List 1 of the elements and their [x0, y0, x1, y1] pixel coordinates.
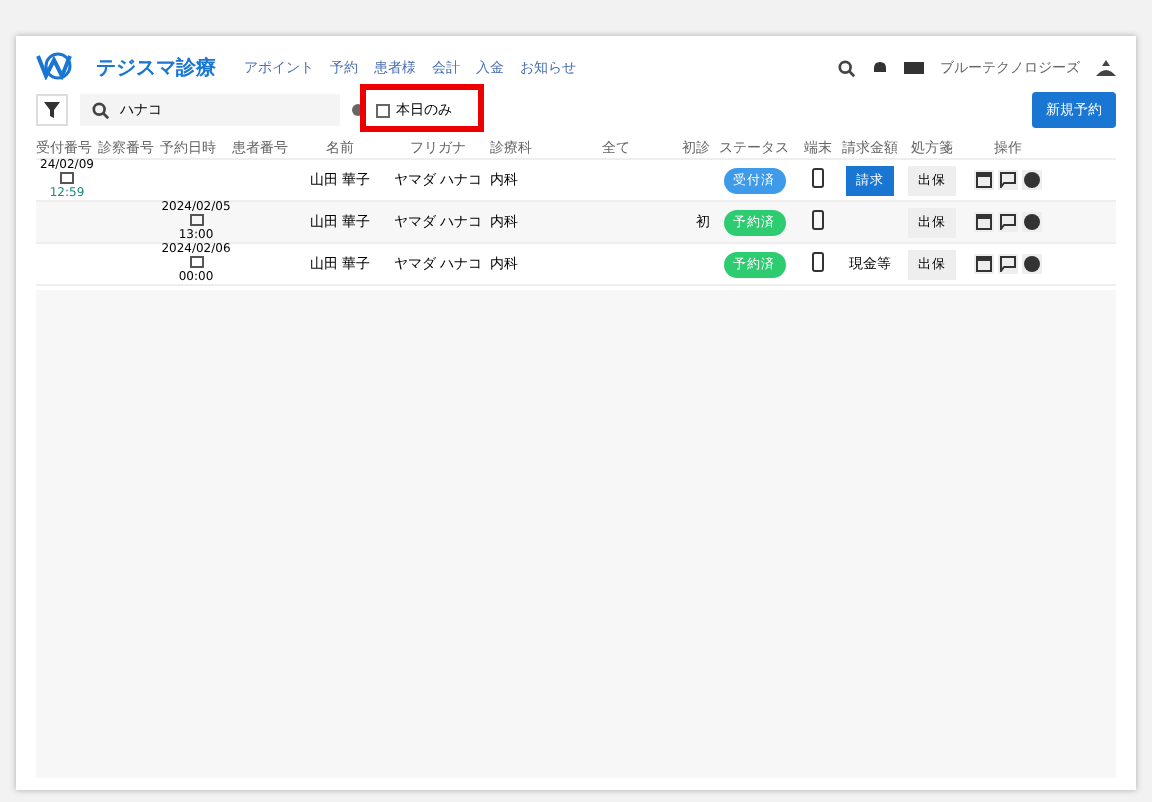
brand-name: テジスマ診療 — [96, 55, 216, 82]
